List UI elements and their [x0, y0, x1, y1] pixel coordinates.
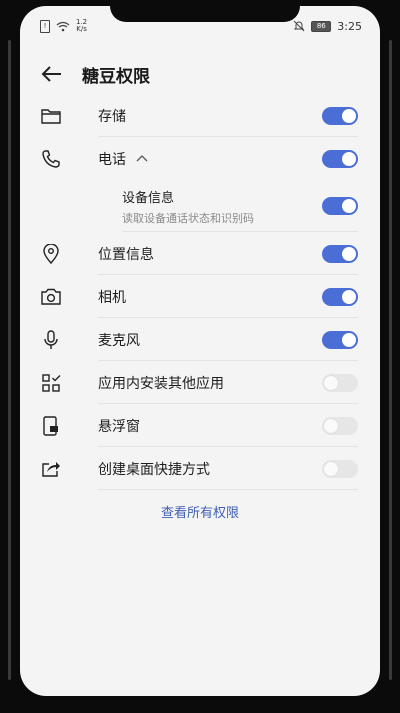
permission-row-microphone[interactable]: 麦克风: [20, 318, 380, 361]
permission-row-camera[interactable]: 相机: [20, 275, 380, 318]
storage-toggle[interactable]: [322, 106, 358, 125]
permission-label-text: 电话: [98, 151, 126, 168]
share-shortcut-icon: [40, 458, 62, 480]
permission-row-storage[interactable]: 存储: [20, 94, 380, 137]
chevron-up-icon[interactable]: [136, 153, 148, 165]
view-all-permissions-link[interactable]: 查看所有权限: [20, 502, 380, 521]
location-icon: [40, 243, 62, 265]
arrow-left-icon: [41, 66, 61, 82]
permission-label: 电话: [98, 149, 322, 169]
permission-sub-title: 设备信息: [122, 190, 175, 206]
clock: 3:25: [337, 19, 362, 33]
permission-label: 相机: [98, 289, 126, 306]
permission-row-shortcut[interactable]: 创建桌面快捷方式: [20, 447, 380, 490]
permission-row-install-apps[interactable]: 应用内安装其他应用: [20, 361, 380, 404]
permission-row-phone[interactable]: 电话: [20, 137, 380, 180]
divider: [98, 489, 358, 490]
shortcut-toggle[interactable]: [322, 459, 358, 478]
permission-label: 应用内安装其他应用: [98, 375, 224, 392]
page-title: 糖豆权限: [82, 66, 150, 87]
microphone-icon: [40, 329, 62, 351]
permission-row-location[interactable]: 位置信息: [20, 232, 380, 275]
back-button[interactable]: [38, 60, 66, 88]
device-info-toggle[interactable]: [322, 197, 358, 215]
permission-label: 存储: [98, 108, 126, 125]
permission-label: 麦克风: [98, 332, 140, 349]
permission-row-device-info[interactable]: 设备信息 读取设备通话状态和识别码: [20, 180, 380, 232]
permission-label: 位置信息: [98, 246, 154, 263]
phone-icon: [40, 148, 62, 170]
folder-icon: [40, 105, 62, 127]
phone-toggle[interactable]: [322, 149, 358, 168]
sim-card-icon: !: [40, 19, 50, 33]
install-apps-toggle[interactable]: [322, 373, 358, 392]
permission-label: 创建桌面快捷方式: [98, 461, 210, 478]
mute-bell-icon: [293, 20, 305, 32]
permission-label: 设备信息 读取设备通话状态和识别码: [122, 187, 322, 226]
wifi-icon: [56, 21, 70, 31]
location-toggle[interactable]: [322, 244, 358, 263]
permission-label: 悬浮窗: [98, 418, 140, 435]
permission-row-floating-window[interactable]: 悬浮窗: [20, 404, 380, 447]
floating-window-toggle[interactable]: [322, 416, 358, 435]
camera-icon: [40, 286, 62, 308]
network-speed: 1.2 K/s: [76, 18, 88, 33]
permission-sub-desc: 读取设备通话状态和识别码: [122, 211, 254, 225]
phone-screen: ! 1.2 K/s 86 3:25 糖豆权限 存储 电话 设备信息 读取设备通话…: [20, 6, 380, 696]
camera-toggle[interactable]: [322, 287, 358, 306]
permission-list: 存储 电话 设备信息 读取设备通话状态和识别码 位置信息 相机 麦克风 应用内安…: [20, 94, 380, 490]
phone-bezel-left: [8, 40, 11, 680]
app-grid-icon: [40, 372, 62, 394]
floating-window-icon: [40, 415, 62, 437]
battery-icon: 86: [311, 20, 332, 32]
microphone-toggle[interactable]: [322, 330, 358, 349]
status-bar: ! 1.2 K/s 86 3:25: [20, 6, 380, 46]
header: 糖豆权限: [20, 54, 380, 94]
phone-bezel-right: [389, 40, 392, 680]
